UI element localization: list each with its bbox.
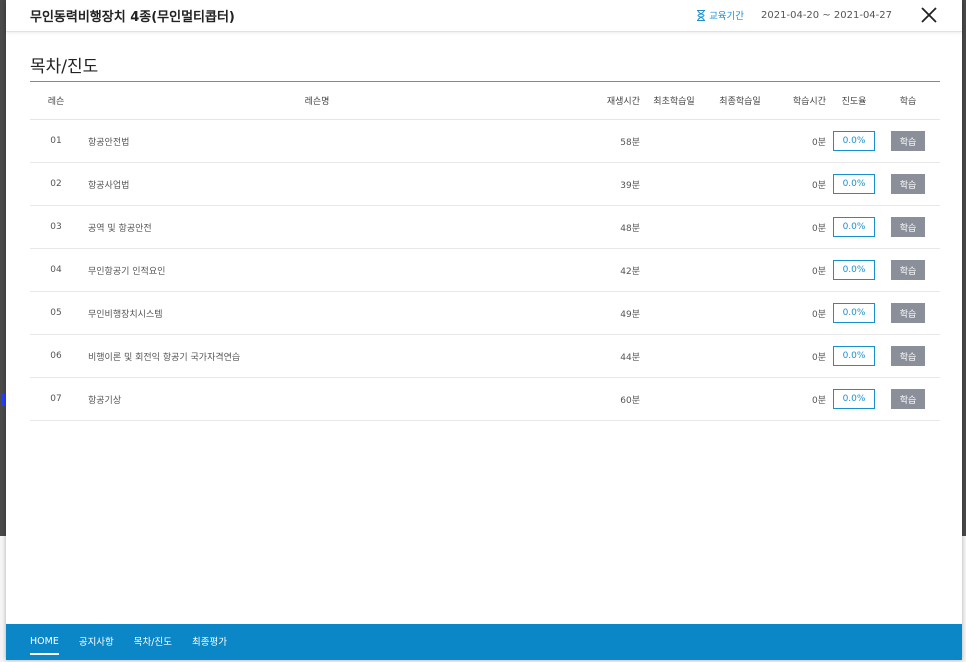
play-time: 39분	[620, 180, 640, 191]
progress-rate: 0.0%	[833, 346, 875, 366]
progress-rate: 0.0%	[833, 389, 875, 409]
study-time: 0분	[811, 223, 826, 234]
study-time: 0분	[811, 395, 826, 406]
lesson-number: 07	[50, 394, 62, 404]
study-time: 0분	[811, 352, 826, 363]
nav-home[interactable]: HOME	[30, 636, 59, 655]
table-row: 02 항공사업법 39분 0분 0.0% 학습	[30, 163, 940, 206]
table-header: 레슨 레슨명 재생시간 최초학습일 최종학습일 학습시간 진도율 학습	[30, 82, 940, 120]
hourglass-icon	[697, 9, 706, 21]
play-time: 58분	[620, 137, 640, 148]
study-button[interactable]: 학습	[891, 260, 925, 280]
play-time: 60분	[620, 395, 640, 406]
course-progress-modal: 무인동력비행장치 4종(무인멀티콥터) 교육기간 2021-04-20 ~ 20…	[6, 0, 962, 660]
progress-rate: 0.0%	[833, 260, 875, 280]
study-button[interactable]: 학습	[891, 389, 925, 409]
table-row: 01 항공안전법 58분 0분 0.0% 학습	[30, 120, 940, 163]
play-time: 44분	[620, 352, 640, 363]
col-lesson: 레슨	[47, 97, 65, 107]
lesson-number: 02	[50, 179, 62, 189]
lesson-number: 04	[50, 265, 62, 275]
close-button[interactable]	[918, 4, 940, 26]
lesson-name: 항공기상	[88, 395, 122, 406]
study-button[interactable]: 학습	[891, 217, 925, 237]
col-progress: 진도율	[841, 97, 867, 107]
lesson-number: 01	[50, 136, 62, 146]
lesson-number: 06	[50, 351, 62, 361]
study-time: 0분	[811, 309, 826, 320]
course-title: 무인동력비행장치 4종(무인멀티콥터)	[30, 10, 235, 25]
footer-nav: HOME 공지사항 목차/진도 최종평가	[6, 624, 962, 660]
table-row: 06 비행이론 및 회전익 항공기 국가자격연습 44분 0분 0.0% 학습	[30, 335, 940, 378]
table-row: 07 항공기상 60분 0분 0.0% 학습	[30, 378, 940, 421]
table-row: 03 공역 및 항공안전 48분 0분 0.0% 학습	[30, 206, 940, 249]
lesson-name: 항공안전법	[88, 137, 130, 148]
play-time: 48분	[620, 223, 640, 234]
study-button[interactable]: 학습	[891, 174, 925, 194]
col-study-time: 학습시간	[792, 97, 826, 107]
lesson-name: 비행이론 및 회전익 항공기 국가자격연습	[88, 352, 241, 363]
play-time: 42분	[620, 266, 640, 277]
education-period: 교육기간 2021-04-20 ~ 2021-04-27	[696, 8, 892, 22]
study-time: 0분	[811, 266, 826, 277]
section-title: 목차/진도	[30, 57, 99, 77]
col-study: 학습	[899, 97, 917, 107]
lesson-name: 무인항공기 인적요인	[88, 266, 166, 277]
study-time: 0분	[811, 180, 826, 191]
study-button[interactable]: 학습	[891, 346, 925, 366]
study-button[interactable]: 학습	[891, 131, 925, 151]
study-button[interactable]: 학습	[891, 303, 925, 323]
lesson-number: 03	[50, 222, 62, 232]
progress-rate: 0.0%	[833, 174, 875, 194]
lesson-number: 05	[50, 308, 62, 318]
col-lesson-name: 레슨명	[304, 97, 330, 107]
nav-progress[interactable]: 목차/진도	[134, 634, 172, 650]
progress-rate: 0.0%	[833, 303, 875, 323]
table-row: 05 무인비행장치시스템 49분 0분 0.0% 학습	[30, 292, 940, 335]
lesson-name: 항공사업법	[88, 180, 130, 191]
nav-final-exam[interactable]: 최종평가	[192, 634, 227, 650]
lesson-table: 레슨 레슨명 재생시간 최초학습일 최종학습일 학습시간 진도율 학습 01 항…	[30, 81, 940, 421]
study-time: 0분	[811, 137, 826, 148]
modal-header: 무인동력비행장치 4종(무인멀티콥터) 교육기간 2021-04-20 ~ 20…	[6, 0, 962, 32]
progress-rate: 0.0%	[833, 217, 875, 237]
play-time: 49분	[620, 309, 640, 320]
lesson-name: 무인비행장치시스템	[88, 309, 163, 320]
table-row: 04 무인항공기 인적요인 42분 0분 0.0% 학습	[30, 249, 940, 292]
col-first-study: 최초학습일	[653, 97, 695, 107]
lesson-name: 공역 및 항공안전	[88, 223, 152, 234]
period-label: 교육기간	[709, 11, 745, 22]
col-play-time: 재생시간	[606, 97, 640, 107]
progress-rate: 0.0%	[833, 131, 875, 151]
col-last-study: 최종학습일	[719, 97, 761, 107]
period-dates: 2021-04-20 ~ 2021-04-27	[761, 9, 892, 21]
nav-notice[interactable]: 공지사항	[79, 634, 114, 650]
close-icon	[921, 7, 937, 23]
